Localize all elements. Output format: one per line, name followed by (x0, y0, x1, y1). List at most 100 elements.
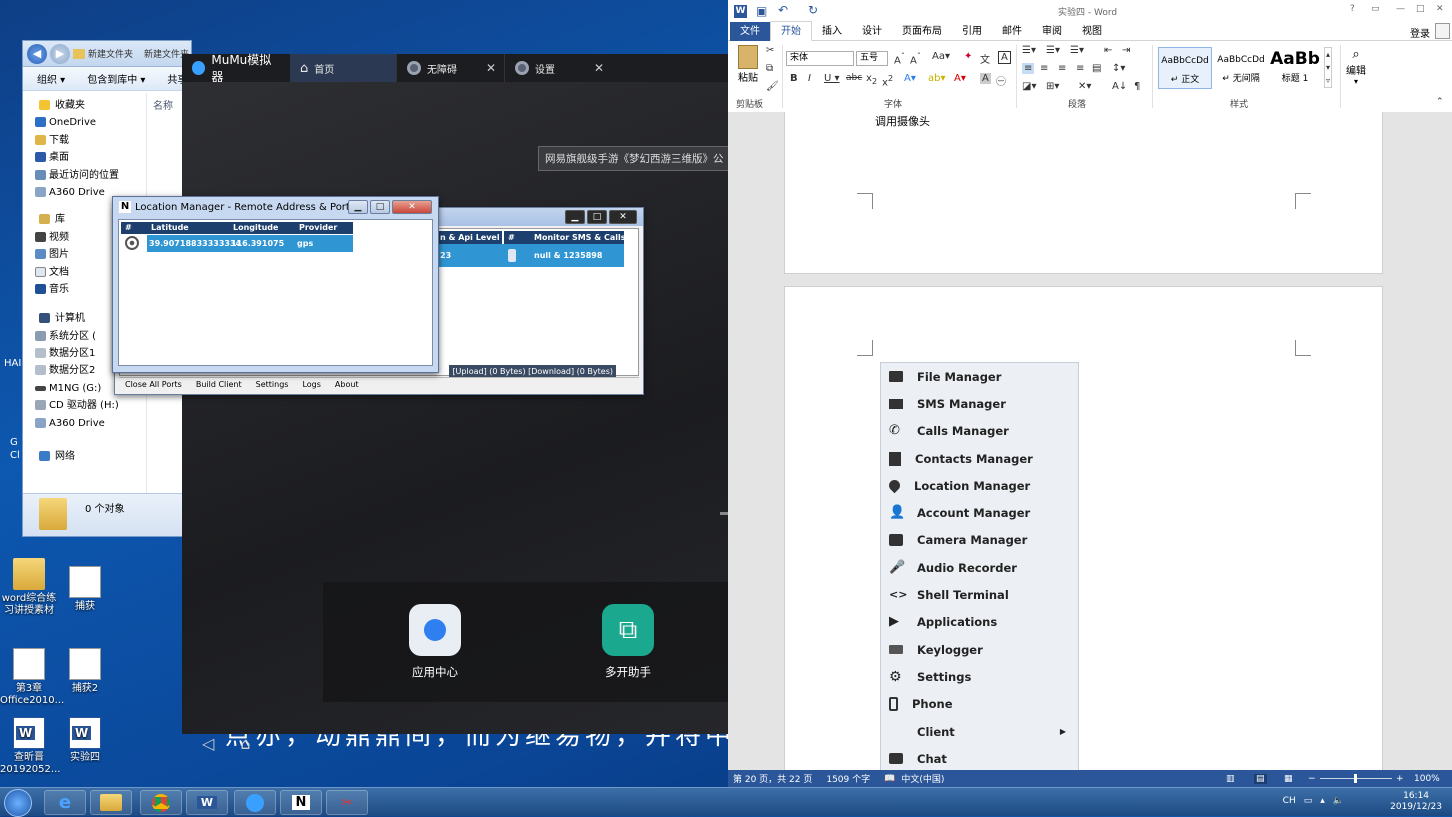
tab-references[interactable]: 引用 (952, 22, 992, 41)
app-center[interactable]: 应用中心 (385, 604, 485, 680)
phonetic-guide-icon[interactable]: 文 (980, 51, 990, 66)
menu-item-calls-manager[interactable]: ✆ Calls Manager (881, 418, 1078, 445)
taskbar-word[interactable]: W (186, 790, 228, 815)
tab-home[interactable]: ⌂ 首页 (290, 54, 396, 82)
char-shading-icon[interactable]: A (980, 73, 991, 84)
tab-home[interactable]: 开始 (770, 21, 812, 41)
underline-button[interactable]: U ▾ (824, 73, 840, 84)
tab-design[interactable]: 设计 (852, 22, 892, 41)
taskbar-snipping-tool[interactable]: ✂ (326, 790, 368, 815)
minimize-button[interactable]: ▁ (565, 210, 585, 224)
bold-button[interactable]: B (790, 73, 798, 84)
tab-review[interactable]: 审阅 (1032, 22, 1072, 41)
table-row[interactable]: 23 null & 1235898 (438, 244, 624, 267)
desktop-icon-capture2[interactable]: 捕获2 (56, 648, 114, 695)
redo-icon[interactable]: ↻ (808, 3, 818, 17)
menu-item-file-manager[interactable]: File Manager (881, 363, 1078, 390)
column-header[interactable]: # (504, 231, 530, 244)
logs-button[interactable]: Logs (302, 378, 320, 392)
tray-expand-icon[interactable]: ▴ (1320, 796, 1325, 807)
sign-in-link[interactable]: 登录 (1410, 25, 1430, 40)
show-marks-icon[interactable]: ¶ (1134, 81, 1140, 92)
grow-font-icon[interactable]: Aˆ (894, 51, 905, 66)
subscript-button[interactable]: x2 (866, 73, 877, 86)
copy-icon[interactable]: ⧉ (766, 63, 773, 74)
settings-button[interactable]: Settings (256, 378, 289, 392)
taskbar-ie[interactable]: e (44, 790, 86, 815)
word-count[interactable]: 1509 个字 (826, 772, 870, 785)
column-header[interactable]: Latitude (147, 222, 229, 234)
maximize-button[interactable]: □ (370, 200, 390, 214)
scroll-handle[interactable] (720, 512, 728, 515)
undo-icon[interactable]: ↶ (778, 3, 788, 17)
about-button[interactable]: About (335, 378, 359, 392)
menu-item-camera-manager[interactable]: Camera Manager (881, 527, 1078, 554)
justify-button[interactable]: ≡ (1076, 63, 1084, 74)
tab-mailings[interactable]: 邮件 (992, 22, 1032, 41)
zoom-slider-thumb[interactable] (1354, 774, 1357, 783)
back-triangle-icon[interactable]: ◁ (202, 734, 214, 753)
multilevel-list-icon[interactable]: ☰▾ (1070, 45, 1084, 56)
table-row[interactable]: 39.90718833333334 116.391075 gps (147, 235, 353, 252)
news-banner[interactable]: 网易旗舰级手游《梦幻西游三维版》公 (538, 146, 731, 171)
style-normal[interactable]: AaBbCcDd ↵ 正文 (1158, 47, 1212, 89)
close-all-ports-button[interactable]: Close All Ports (125, 378, 182, 392)
shrink-font-icon[interactable]: Aˇ (910, 51, 921, 66)
italic-button[interactable]: I (808, 73, 811, 84)
taskbar-chrome[interactable] (140, 790, 182, 815)
multi-instance-helper[interactable]: ⧉ 多开助手 (578, 604, 678, 680)
line-spacing-icon[interactable]: ↕▾ (1112, 63, 1125, 74)
desktop-icon-folder[interactable]: word综合练习讲授素材 (0, 558, 58, 617)
format-painter-icon[interactable]: 🖌 (766, 81, 779, 92)
volume-icon[interactable]: 🔈 (1333, 796, 1344, 807)
paste-button[interactable]: 粘贴 (736, 45, 760, 84)
superscript-button[interactable]: x2 (882, 73, 893, 88)
start-button[interactable] (4, 789, 32, 817)
save-icon[interactable]: ▣ (756, 4, 767, 18)
web-layout-icon[interactable]: ▦ (1284, 774, 1293, 784)
bullets-icon[interactable]: ☰▾ (1022, 45, 1036, 56)
font-size-combo[interactable]: 五号 (856, 51, 888, 66)
read-mode-icon[interactable]: ▥ (1226, 774, 1235, 784)
change-case-icon[interactable]: Aa▾ (932, 51, 950, 62)
menu-item-settings[interactable]: ⚙ Settings (881, 663, 1078, 690)
zoom-out-button[interactable]: − (1308, 774, 1316, 784)
column-header[interactable]: Longitude (229, 222, 295, 234)
desktop-icon-capture[interactable]: 捕获 (56, 566, 114, 613)
tab-view[interactable]: 视图 (1072, 22, 1112, 41)
organize-menu[interactable]: 组织 ▾ (37, 71, 65, 86)
home-icon[interactable]: ⌂ (240, 734, 250, 753)
style-no-spacing[interactable]: AaBbCcDd ↵ 无间隔 (1214, 47, 1268, 89)
menu-item-sms-manager[interactable]: SMS Manager (881, 390, 1078, 417)
font-color-icon[interactable]: A▾ (954, 73, 966, 84)
nav-item-desktop[interactable]: 桌面 (23, 149, 146, 166)
close-button[interactable]: ✕ (392, 200, 432, 214)
help-icon[interactable]: ? (1350, 4, 1355, 14)
taskbar-mumu[interactable] (234, 790, 276, 815)
document-page[interactable]: 调用摄像头 (784, 112, 1383, 274)
column-header-name[interactable]: 名称 (153, 97, 173, 112)
close-icon[interactable]: ✕ (594, 61, 604, 75)
menu-item-phone[interactable]: Phone (881, 691, 1078, 718)
highlight-icon[interactable]: ab▾ (928, 73, 946, 84)
chinese-layout-icon[interactable]: ✕▾ (1078, 81, 1091, 92)
desktop-icon-experiment4[interactable]: 实验四 (56, 717, 114, 764)
menu-item-chat[interactable]: Chat (881, 745, 1078, 770)
nav-item-onedrive[interactable]: OneDrive (23, 114, 146, 131)
desktop-icon-word-doc[interactable]: 查昕晋20192052... (0, 717, 60, 776)
back-button[interactable]: ◀ (27, 43, 47, 64)
nav-network[interactable]: 网络 (23, 448, 146, 465)
tab-file[interactable]: 文件 (730, 21, 770, 41)
close-icon[interactable]: ✕ (486, 61, 496, 75)
document-page[interactable] (784, 286, 1383, 770)
input-language[interactable]: CH (1283, 796, 1296, 807)
menu-item-contacts-manager[interactable]: Contacts Manager (881, 445, 1078, 472)
zoom-in-button[interactable]: + (1396, 774, 1404, 784)
tab-accessibility[interactable]: 无障碍 ✕ (396, 54, 504, 82)
cut-icon[interactable]: ✂ (766, 45, 774, 56)
proofing-icon[interactable]: 📖 (884, 774, 895, 784)
clear-format-icon[interactable]: ✦ (964, 51, 972, 62)
column-header[interactable]: Monitor SMS & Calls (530, 231, 626, 244)
nav-item-downloads[interactable]: 下载 (23, 132, 146, 149)
char-border-icon[interactable]: A (998, 51, 1011, 64)
